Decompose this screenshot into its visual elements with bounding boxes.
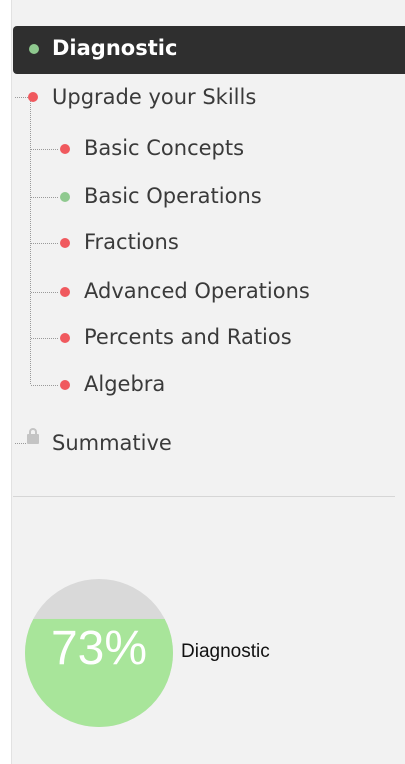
tree-connector [31,338,58,339]
nav-item-advanced-operations[interactable]: Advanced Operations [84,281,310,302]
divider [13,496,395,497]
nav-item-algebra[interactable]: Algebra [84,374,165,395]
nav-item-percents-ratios[interactable]: Percents and Ratios [84,327,292,348]
status-dot-incomplete [60,287,70,297]
tree-connector [31,243,58,244]
status-dot-incomplete [28,92,38,102]
nav-item-upgrade-skills[interactable]: Upgrade your Skills [52,87,256,108]
status-dot-incomplete [60,333,70,343]
status-dot-incomplete [60,144,70,154]
progress-percent: 73% [50,622,148,675]
status-dot-complete [29,44,39,54]
status-dot-incomplete [60,380,70,390]
progress-label: Diagnostic [181,641,270,662]
tree-connector [15,443,26,444]
status-dot-incomplete [60,238,70,248]
tree-connector [15,97,28,98]
tree-connector [31,292,58,293]
nav-item-summative[interactable]: Summative [52,433,172,454]
tree-connector [30,98,31,384]
nav-item-basic-concepts[interactable]: Basic Concepts [84,138,244,159]
nav-item-basic-operations[interactable]: Basic Operations [84,186,262,207]
lock-icon [27,428,39,444]
nav-item-fractions[interactable]: Fractions [84,232,179,253]
tree-connector [31,149,58,150]
nav-item-diagnostic-label[interactable]: Diagnostic [52,38,177,59]
tree-connector [31,197,58,198]
tree-connector [31,385,58,386]
status-dot-complete [60,192,70,202]
